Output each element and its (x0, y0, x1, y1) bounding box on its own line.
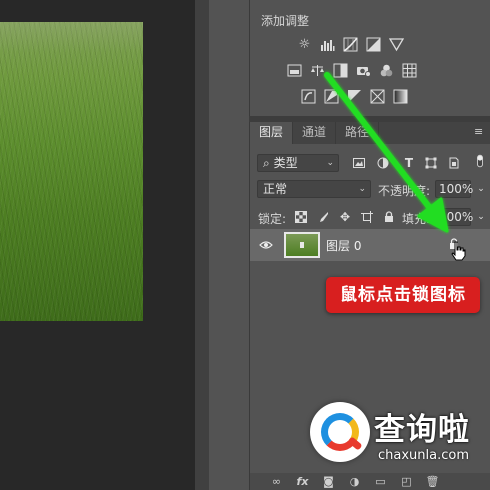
filter-smart-object-icon[interactable] (447, 156, 461, 170)
panel-dock-gap (209, 0, 249, 490)
lock-label: 锁定: (258, 212, 287, 226)
color-balance-icon[interactable] (309, 62, 326, 79)
tab-channels[interactable]: 通道 (293, 122, 337, 144)
layer-name[interactable]: 图层 0 (326, 237, 361, 254)
invert-icon[interactable] (300, 88, 317, 105)
opacity-field[interactable]: 100% (435, 180, 474, 198)
fill-field[interactable]: 100% (435, 208, 474, 226)
brightness-contrast-icon[interactable]: ☼ (296, 36, 313, 53)
lock-artboard-icon[interactable] (360, 210, 374, 224)
exposure-icon[interactable] (365, 36, 382, 53)
watermark-logo-icon (310, 402, 370, 462)
new-layer-icon[interactable]: ◰ (400, 475, 413, 488)
opacity-dropdown-icon[interactable]: ⌄ (474, 182, 488, 196)
photo-filter-icon[interactable] (355, 62, 372, 79)
search-icon: ⌕ (263, 156, 270, 170)
chevron-down-icon: ⌄ (326, 158, 334, 168)
gradient-map-icon[interactable] (392, 88, 409, 105)
channel-mixer-icon[interactable] (378, 62, 395, 79)
adjustments-title: 添加调整 (261, 14, 310, 28)
levels-icon[interactable] (319, 36, 336, 53)
color-lookup-icon[interactable] (401, 62, 418, 79)
watermark-cn-text: 查询啦 (374, 412, 470, 448)
filter-pixel-layer-icon[interactable] (352, 156, 366, 170)
filter-adjustment-layer-icon[interactable] (376, 156, 390, 170)
layers-bottom-toolbar: ∞ fx ◙ ◑ ▭ ◰ 🗑 (250, 473, 490, 490)
layers-panel-tabs: 图层 通道 路径 (250, 122, 490, 144)
document-canvas-area (0, 0, 200, 490)
adjustments-row-3 (300, 88, 409, 105)
fill-dropdown-icon[interactable]: ⌄ (474, 210, 488, 224)
curves-icon[interactable] (342, 36, 359, 53)
canvas-scrollbar[interactable] (195, 0, 209, 490)
filter-toggle-switch[interactable] (473, 154, 487, 168)
new-group-icon[interactable]: ▭ (374, 475, 387, 488)
opacity-label: 不透明度: (378, 184, 431, 198)
vibrance-icon[interactable] (388, 36, 405, 53)
posterize-icon[interactable] (323, 88, 340, 105)
lock-transparent-pixels-icon[interactable] (294, 210, 308, 224)
annotation-callout: 鼠标点击锁图标 (326, 277, 480, 313)
layer-thumbnail[interactable] (284, 232, 320, 258)
panel-menu-icon[interactable]: ≡ (474, 126, 484, 137)
hue-saturation-icon[interactable] (286, 62, 303, 79)
filter-shape-layer-icon[interactable] (424, 156, 438, 170)
opacity-value: 100% (439, 182, 474, 196)
new-adjustment-layer-icon[interactable]: ◑ (348, 475, 361, 488)
lock-position-icon[interactable]: ✥ (338, 210, 352, 224)
add-mask-icon[interactable]: ◙ (322, 475, 335, 488)
adjustments-row-1: ☼ (296, 36, 405, 53)
adjustments-panel: 添加调整 ☼ (249, 0, 490, 116)
lock-all-icon[interactable] (382, 210, 396, 224)
add-layer-style-icon[interactable]: fx (296, 475, 309, 488)
delete-layer-icon[interactable]: 🗑 (426, 475, 440, 488)
canvas-grass-image[interactable] (0, 22, 143, 321)
layer-filter-kind-value: 类型 (273, 156, 298, 170)
black-white-icon[interactable] (332, 62, 349, 79)
adjustments-row-2 (286, 62, 418, 79)
blend-mode-select[interactable]: 正常 ⌄ (257, 180, 371, 198)
link-layers-icon[interactable]: ∞ (270, 475, 283, 488)
chevron-down-icon: ⌄ (358, 184, 366, 194)
tab-layers[interactable]: 图层 (250, 122, 294, 144)
fill-label: 填充: (402, 212, 431, 226)
watermark: 查询啦 chaxunla.com (310, 402, 486, 470)
hand-cursor-icon (451, 241, 466, 261)
filter-type-layer-icon[interactable]: T (402, 156, 416, 170)
lock-image-pixels-icon[interactable] (316, 210, 330, 224)
watermark-en-text: chaxunla.com (378, 448, 469, 463)
fill-value: 100% (439, 210, 474, 224)
layer-filter-kind-select[interactable]: ⌕ 类型 ⌄ (257, 154, 339, 172)
blend-mode-value: 正常 (263, 182, 288, 196)
selective-color-icon[interactable] (369, 88, 386, 105)
tab-paths[interactable]: 路径 (336, 122, 380, 144)
threshold-icon[interactable] (346, 88, 363, 105)
eye-icon[interactable] (259, 238, 273, 252)
